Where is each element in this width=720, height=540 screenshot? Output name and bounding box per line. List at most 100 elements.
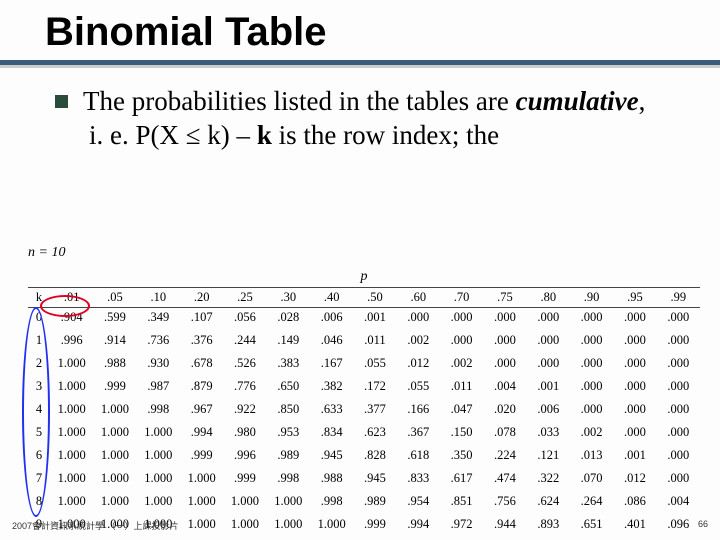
value-cell: .999 (223, 469, 266, 488)
value-cell: 1.000 (137, 423, 180, 442)
value-cell: .000 (483, 331, 526, 350)
value-cell: .000 (527, 331, 570, 350)
table-row: 41.0001.000.998.967.922.850.633.377.166.… (28, 400, 700, 419)
table-header-row: k .01 .05 .10 .20 .25 .30 .40 .50 .60 .7… (28, 288, 700, 308)
value-cell: .377 (353, 400, 396, 419)
p-col-2: .10 (137, 288, 180, 308)
value-cell: 1.000 (93, 469, 136, 488)
table-row: 1.996.914.736.376.244.149.046.011.002.00… (28, 331, 700, 350)
value-cell: .828 (353, 446, 396, 465)
footer: 2007會計資訊系統計學 （一）上課投影片 66 (12, 519, 708, 532)
footer-right: 66 (698, 519, 708, 532)
value-cell: .028 (267, 308, 310, 328)
value-cell: .851 (440, 492, 483, 511)
value-cell: .150 (440, 423, 483, 442)
value-cell: .006 (527, 400, 570, 419)
value-cell: .107 (180, 308, 223, 328)
table-body: 0.904.599.349.107.056.028.006.001.000.00… (28, 308, 700, 539)
value-cell: .047 (440, 400, 483, 419)
value-cell: .055 (397, 377, 440, 396)
value-cell: .000 (483, 354, 526, 373)
value-cell: .996 (50, 331, 93, 350)
value-cell: .322 (527, 469, 570, 488)
value-cell: 1.000 (50, 423, 93, 442)
table-row: 71.0001.0001.0001.000.999.998.988.945.83… (28, 469, 700, 488)
value-cell: .000 (657, 469, 700, 488)
value-cell: .000 (527, 308, 570, 328)
value-cell: 1.000 (50, 377, 93, 396)
table-row: 81.0001.0001.0001.0001.0001.000.998.989.… (28, 492, 700, 511)
value-cell: .382 (310, 377, 353, 396)
value-cell: .000 (570, 331, 613, 350)
value-cell: .350 (440, 446, 483, 465)
p-col-12: .90 (570, 288, 613, 308)
value-cell: .650 (267, 377, 310, 396)
slide: Binomial Table The probabilities listed … (0, 0, 720, 540)
value-cell: .000 (397, 308, 440, 328)
value-cell: .000 (657, 308, 700, 328)
value-cell: .056 (223, 308, 266, 328)
value-cell: .000 (657, 354, 700, 373)
value-cell: .011 (440, 377, 483, 396)
value-cell: .914 (93, 331, 136, 350)
value-cell: .012 (613, 469, 656, 488)
bullet-1: The probabilities listed in the tables a… (55, 85, 690, 153)
value-cell: .000 (483, 308, 526, 328)
value-cell: 1.000 (137, 469, 180, 488)
value-cell: .001 (353, 308, 396, 328)
footer-left: 2007會計資訊系統計學 （一）上課投影片 (12, 519, 179, 532)
p-col-11: .80 (527, 288, 570, 308)
binomial-table: n = 10 p k .01 .05 .10 .20 .25 .30 .40 .… (28, 245, 700, 538)
value-cell: .167 (310, 354, 353, 373)
body-k: k (257, 120, 272, 150)
value-cell: .002 (570, 423, 613, 442)
value-cell: .224 (483, 446, 526, 465)
p-col-14: .99 (657, 288, 700, 308)
value-cell: .999 (180, 446, 223, 465)
value-cell: 1.000 (180, 492, 223, 511)
value-cell: .623 (353, 423, 396, 442)
value-cell: .633 (310, 400, 353, 419)
value-cell: .879 (180, 377, 223, 396)
value-cell: .383 (267, 354, 310, 373)
value-cell: .033 (527, 423, 570, 442)
value-cell: .172 (353, 377, 396, 396)
value-cell: 1.000 (223, 492, 266, 511)
value-cell: .121 (527, 446, 570, 465)
p-col-7: .50 (353, 288, 396, 308)
value-cell: .244 (223, 331, 266, 350)
p-col-5: .30 (267, 288, 310, 308)
value-cell: 1.000 (267, 492, 310, 511)
value-cell: 1.000 (180, 469, 223, 488)
value-cell: .001 (613, 446, 656, 465)
value-cell: .000 (613, 331, 656, 350)
value-cell: .004 (483, 377, 526, 396)
value-cell: .987 (137, 377, 180, 396)
value-cell: .618 (397, 446, 440, 465)
value-cell: .000 (570, 354, 613, 373)
value-cell: .070 (570, 469, 613, 488)
value-cell: .349 (137, 308, 180, 328)
table-grid: k .01 .05 .10 .20 .25 .30 .40 .50 .60 .7… (28, 287, 700, 538)
value-cell: .000 (570, 400, 613, 419)
value-cell: .624 (527, 492, 570, 511)
table-row: 0.904.599.349.107.056.028.006.001.000.00… (28, 308, 700, 328)
value-cell: .599 (93, 308, 136, 328)
p-col-3: .20 (180, 288, 223, 308)
value-cell: .736 (137, 331, 180, 350)
value-cell: .000 (527, 354, 570, 373)
value-cell: .046 (310, 331, 353, 350)
p-col-13: .95 (613, 288, 656, 308)
table-row: 61.0001.0001.000.999.996.989.945.828.618… (28, 446, 700, 465)
value-cell: .000 (613, 423, 656, 442)
value-cell: .999 (93, 377, 136, 396)
value-cell: 1.000 (137, 446, 180, 465)
body-line1a: The probabilities listed in the tables a… (83, 86, 516, 116)
value-cell: .000 (570, 377, 613, 396)
p-col-6: .40 (310, 288, 353, 308)
value-cell: .000 (657, 377, 700, 396)
value-cell: .756 (483, 492, 526, 511)
n-label: n = 10 (28, 245, 700, 261)
emph-cumulative: cumulative (516, 86, 639, 116)
table-row: 51.0001.0001.000.994.980.953.834.623.367… (28, 423, 700, 442)
